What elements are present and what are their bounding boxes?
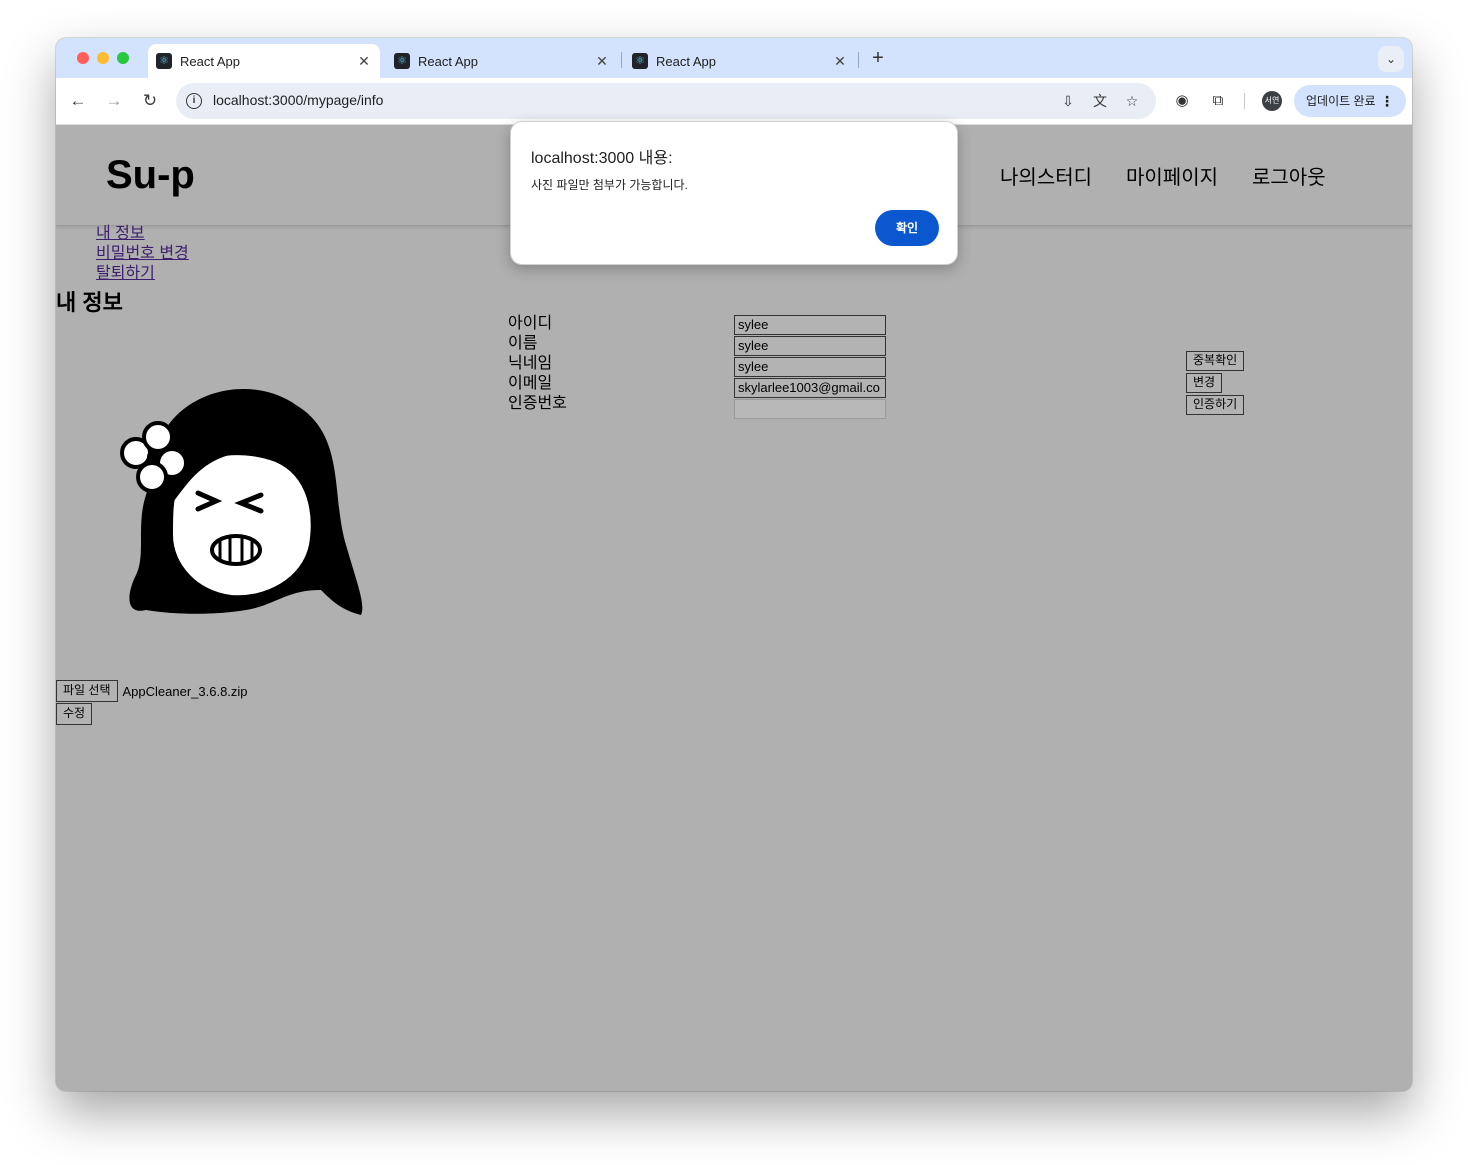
verify-button[interactable]: 인증하기 <box>1186 395 1245 415</box>
minimize-window-button[interactable] <box>97 52 109 64</box>
tab-strip: ⚛ React App ✕ ⚛ React App ✕ ⚛ React App … <box>56 38 1412 78</box>
change-email-button[interactable]: 변경 <box>1186 373 1223 393</box>
sidebar-link-change-password[interactable]: 비밀번호 변경 <box>96 244 189 264</box>
page-content: Su-p 나의스터디 마이페이지 로그아웃 내 정보 비밀번호 변경 탈퇴하기 … <box>56 125 1412 1091</box>
bookmark-star-icon[interactable]: ☆ <box>1122 91 1142 111</box>
label-email: 이메일 <box>508 375 553 392</box>
forward-arrow-icon[interactable]: → <box>102 89 126 113</box>
react-favicon-icon: ⚛ <box>156 53 172 69</box>
sidebar-link-my-info[interactable]: 내 정보 <box>96 224 189 244</box>
edit-submit-button[interactable]: 수정 <box>56 703 93 725</box>
nav-logout[interactable]: 로그아웃 <box>1252 161 1326 190</box>
label-name: 이름 <box>508 335 538 352</box>
profile-avatar[interactable]: 서연 <box>1262 91 1282 111</box>
profile-avatar-image <box>120 389 363 615</box>
alert-ok-button[interactable]: 확인 <box>875 210 939 246</box>
label-verification-code: 인증번호 <box>508 395 567 412</box>
selected-file-name: AppCleaner_3.6.8.zip <box>122 683 248 699</box>
toolbar-divider <box>1244 93 1245 109</box>
close-tab-icon[interactable]: ✕ <box>830 53 850 70</box>
back-arrow-icon[interactable]: ← <box>66 89 90 113</box>
close-tab-icon[interactable]: ✕ <box>592 53 612 70</box>
alert-dialog: localhost:3000 내용: 사진 파일만 첨부가 가능합니다. 확인 <box>510 121 958 265</box>
verification-code-field[interactable] <box>734 399 886 419</box>
nav-mypage[interactable]: 마이페이지 <box>1126 161 1218 190</box>
label-user-id: 아이디 <box>508 315 553 332</box>
choose-file-button[interactable]: 파일 선택 <box>56 680 118 702</box>
name-field[interactable]: sylee <box>734 336 886 356</box>
tab-search-chevron-icon[interactable]: ⌄ <box>1378 46 1404 72</box>
install-app-icon[interactable]: ⇩ <box>1058 91 1078 111</box>
tab-title: React App <box>180 53 240 69</box>
url-text: localhost:3000/mypage/info <box>213 92 384 108</box>
tab-separator <box>858 52 859 68</box>
update-button-label: 업데이트 완료 <box>1306 94 1376 108</box>
new-tab-plus-icon[interactable]: + <box>866 46 890 70</box>
label-nickname: 닉네임 <box>508 355 553 372</box>
site-logo[interactable]: Su-p <box>106 153 195 198</box>
translate-icon[interactable]: 文 <box>1090 91 1110 111</box>
tab-separator <box>621 52 622 68</box>
address-bar[interactable]: i localhost:3000/mypage/info ⇩ 文 ☆ <box>176 83 1156 119</box>
sidebar-link-withdraw[interactable]: 탈퇴하기 <box>96 264 189 284</box>
tab-title: React App <box>656 53 716 69</box>
extension-globe-icon[interactable]: ◉ <box>1170 89 1194 113</box>
file-upload-row: 파일 선택 AppCleaner_3.6.8.zip <box>56 680 248 702</box>
page-title: 내 정보 <box>56 290 123 315</box>
email-field[interactable]: skylarlee1003@gmail.co <box>734 378 886 398</box>
alert-message: 사진 파일만 첨부가 가능합니다. <box>531 178 688 192</box>
kebab-menu-icon: ⋮ <box>1380 93 1394 109</box>
react-favicon-icon: ⚛ <box>394 53 410 69</box>
maximize-window-button[interactable] <box>117 52 129 64</box>
browser-toolbar: ← → ↻ i localhost:3000/mypage/info ⇩ 文 ☆… <box>56 78 1412 125</box>
mypage-sidebar: 내 정보 비밀번호 변경 탈퇴하기 <box>96 224 189 284</box>
update-complete-button[interactable]: 업데이트 완료 ⋮ <box>1294 85 1406 117</box>
browser-tab-2[interactable]: ⚛ React App ✕ <box>386 44 618 78</box>
tab-title: React App <box>418 53 478 69</box>
site-info-icon[interactable]: i <box>186 93 202 109</box>
user-id-field[interactable]: sylee <box>734 315 886 335</box>
nav-my-study[interactable]: 나의스터디 <box>1000 161 1092 190</box>
close-window-button[interactable] <box>77 52 89 64</box>
browser-window: ⚛ React App ✕ ⚛ React App ✕ ⚛ React App … <box>56 38 1412 1091</box>
browser-tab-1[interactable]: ⚛ React App ✕ <box>148 44 380 78</box>
browser-tab-3[interactable]: ⚛ React App ✕ <box>624 44 856 78</box>
react-favicon-icon: ⚛ <box>632 53 648 69</box>
check-duplicate-button[interactable]: 중복확인 <box>1186 351 1245 371</box>
reload-icon[interactable]: ↻ <box>138 89 162 113</box>
alert-title: localhost:3000 내용: <box>531 150 673 167</box>
extensions-puzzle-icon[interactable]: ⧉ <box>1206 89 1230 113</box>
close-tab-icon[interactable]: ✕ <box>354 53 374 70</box>
nickname-field[interactable]: sylee <box>734 357 886 377</box>
